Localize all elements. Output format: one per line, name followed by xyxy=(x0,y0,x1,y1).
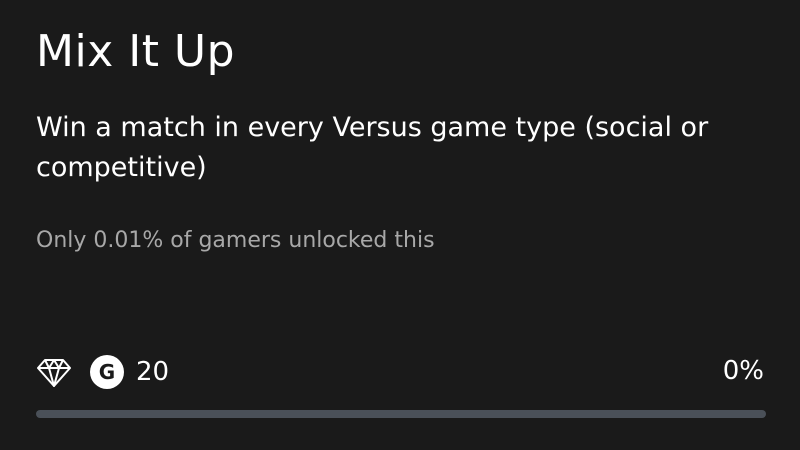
diamond-icon xyxy=(37,359,71,387)
progress-percent: 0% xyxy=(722,356,764,386)
gamerscore-g-icon: G xyxy=(90,355,124,389)
reward-row: G 20 xyxy=(36,352,169,392)
rarity-text: Only 0.01% of gamers unlocked this xyxy=(36,228,435,253)
achievement-description: Win a match in every Versus game type (s… xyxy=(36,112,709,183)
progress-bar xyxy=(36,410,766,418)
achievement-card: Mix It Up Win a match in every Versus ga… xyxy=(0,0,800,450)
gamerscore-value: 20 xyxy=(136,357,170,387)
achievement-title: Mix It Up xyxy=(36,26,236,77)
